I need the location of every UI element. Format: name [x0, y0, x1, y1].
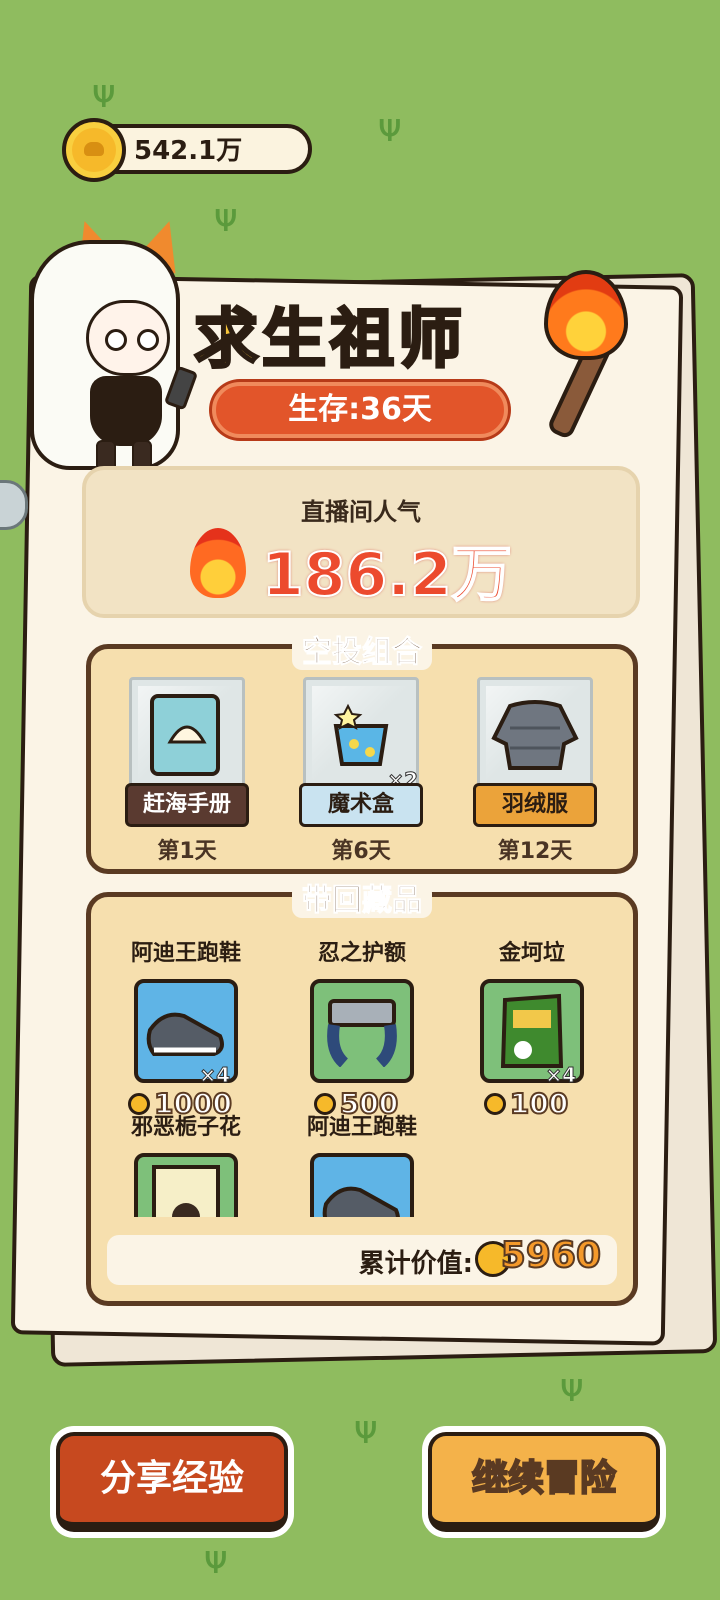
fire-icon	[190, 528, 246, 598]
grass-decoration	[92, 74, 116, 114]
collection-item[interactable]: 邪恶栀子花 ×2	[101, 1109, 271, 1217]
item-frame	[310, 979, 414, 1083]
grass-decoration	[354, 1410, 378, 1450]
continue-adventure-button[interactable]: 继续冒险	[428, 1432, 660, 1532]
share-experience-button[interactable]: 分享经验	[56, 1432, 288, 1532]
collection-item-price-row: 100	[441, 1086, 611, 1121]
collection-scroll-area[interactable]: 阿迪王跑鞋 ×4 1000 忍之护额 500 金坷垃 ×4 100 邪恶栀子花 …	[91, 897, 633, 1217]
grass-decoration	[560, 1368, 584, 1408]
side-pull-tab[interactable]	[0, 480, 28, 530]
collection-item-name: 金坷垃	[498, 941, 565, 966]
coin-icon	[483, 1092, 506, 1115]
down-jacket-icon	[491, 700, 579, 770]
collection-item-name: 邪恶栀子花	[130, 1115, 241, 1140]
item-frame	[129, 677, 245, 793]
item-frame: ×4	[480, 979, 584, 1088]
survival-days-badge: 生存:36天	[212, 382, 508, 438]
grass-decoration	[378, 108, 402, 148]
coin-icon	[62, 118, 126, 182]
airdrop-item[interactable]: ×2 魔术盒 第6天	[299, 677, 423, 865]
popularity-value: 186.2万	[261, 539, 513, 611]
character-face	[86, 300, 170, 376]
item-frame	[477, 677, 593, 793]
grass-decoration	[204, 1540, 228, 1580]
airdrop-title: 空投组合	[292, 635, 432, 671]
item-frame: ×2	[134, 1153, 238, 1217]
collection-item[interactable]: 阿迪王跑鞋 ×4 1000	[101, 935, 271, 1121]
airdrop-item-name: 赶海手册	[125, 783, 249, 827]
collection-panel: 带回藏品 阿迪王跑鞋 ×4 1000 忍之护额 500 金坷垃 ×4 100 邪…	[86, 883, 638, 1306]
total-value-label: 累计价值:	[358, 1249, 473, 1279]
item-frame: ×2	[303, 677, 419, 793]
airdrop-item[interactable]: 羽绒服 第12天	[473, 677, 597, 865]
collection-item[interactable]: 金坷垃 ×4 100	[447, 935, 617, 1121]
item-frame	[310, 1153, 414, 1217]
airdrop-item-day: 第1天	[157, 839, 217, 864]
collection-item-count: ×4	[199, 1063, 231, 1088]
collection-item-name: 忍之护额	[317, 941, 406, 966]
airdrop-item-day: 第12天	[497, 839, 573, 864]
fertilizer-bag-icon	[500, 993, 564, 1068]
magic-box-icon	[333, 703, 389, 766]
total-value-bar: 累计价值: 5960	[107, 1234, 617, 1285]
page-title: 求生祖师	[193, 302, 466, 379]
grass-decoration	[214, 198, 238, 238]
collection-item-count: ×4	[545, 1063, 577, 1088]
collection-item-price: 100	[509, 1086, 569, 1121]
popularity-panel: 直播间人气 186.2万	[82, 466, 640, 618]
airdrop-item[interactable]: 赶海手册 第1天	[125, 677, 249, 865]
character-body	[90, 376, 162, 446]
airdrop-item-day: 第6天	[331, 839, 391, 864]
sneaker-icon	[146, 1012, 224, 1056]
book-cover-icon	[152, 1165, 220, 1217]
collection-item[interactable]: 忍之护额 500	[277, 935, 447, 1121]
collection-item-name: 阿迪王跑鞋	[130, 941, 241, 966]
collection-item[interactable]: 阿迪王跑鞋	[277, 1109, 447, 1217]
headband-icon	[327, 999, 397, 1067]
popularity-label: 直播间人气	[301, 498, 421, 526]
airdrop-item-name: 羽绒服	[473, 783, 597, 827]
airdrop-item-name: 魔术盒	[299, 783, 423, 827]
collection-item-name: 阿迪王跑鞋	[306, 1115, 417, 1140]
item-frame: ×4	[134, 979, 238, 1088]
total-value: 5960	[500, 1234, 602, 1277]
sneaker-icon	[322, 1186, 400, 1217]
coin-balance: 542.1万	[134, 136, 243, 166]
shell-book-icon	[150, 694, 220, 776]
airdrop-panel: 空投组合 赶海手册 第1天 ×2 魔术盒 第6天 羽绒服 第12天	[86, 635, 638, 874]
